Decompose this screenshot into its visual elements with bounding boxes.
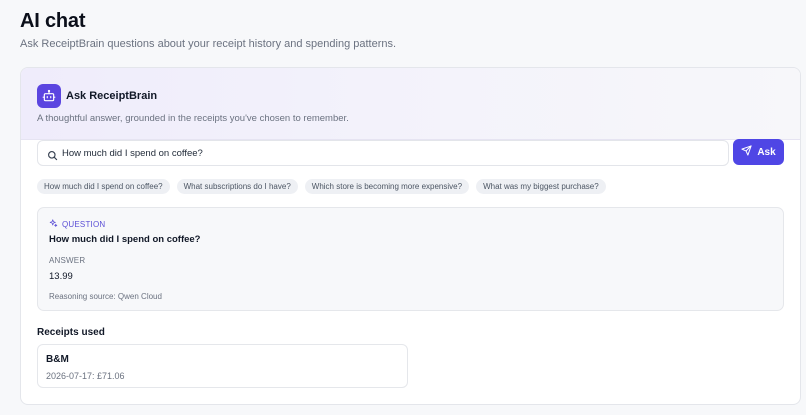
receipt-store: B&M: [46, 354, 69, 365]
reasoning-source: Reasoning source: Qwen Cloud: [49, 292, 162, 301]
search-icon: [47, 148, 58, 161]
ask-button-label: Ask: [757, 146, 776, 158]
suggestion-chip[interactable]: Which store is becoming more expensive?: [304, 179, 470, 194]
answer-text: 13.99: [49, 271, 73, 282]
suggestion-chip[interactable]: How much did I spend on coffee?: [37, 179, 170, 194]
page-title: AI chat: [20, 10, 86, 32]
question-text: How much did I spend on coffee?: [49, 234, 201, 245]
answer-panel: QUESTION How much did I spend on coffee?…: [37, 207, 784, 311]
question-field[interactable]: [37, 140, 729, 166]
page-subtitle: Ask ReceiptBrain questions about your re…: [20, 38, 397, 50]
chat-card: Ask ReceiptBrain A thoughtful answer, gr…: [20, 67, 801, 405]
receipt-card[interactable]: B&M 2026-07-17: £71.06: [37, 344, 408, 388]
chat-card-header: Ask ReceiptBrain A thoughtful answer, gr…: [21, 68, 800, 140]
receipt-detail: 2026-07-17: £71.06: [46, 371, 125, 381]
send-icon: [741, 145, 752, 159]
robot-icon: [37, 84, 61, 108]
answer-label: ANSWER: [49, 256, 86, 265]
ask-button[interactable]: Ask: [733, 139, 784, 165]
question-label-row: QUESTION: [49, 219, 105, 230]
receipts-heading: Receipts used: [37, 327, 105, 338]
assistant-title: Ask ReceiptBrain: [66, 90, 158, 102]
suggestion-chip[interactable]: What was my biggest purchase?: [476, 179, 606, 194]
suggestion-chips: How much did I spend on coffee? What sub…: [37, 179, 606, 194]
question-label: QUESTION: [62, 220, 106, 229]
question-input[interactable]: [62, 141, 722, 165]
suggestion-chip[interactable]: What subscriptions do I have?: [176, 179, 298, 194]
assistant-description: A thoughtful answer, grounded in the rec…: [37, 113, 349, 124]
sparkle-icon: [49, 219, 58, 230]
